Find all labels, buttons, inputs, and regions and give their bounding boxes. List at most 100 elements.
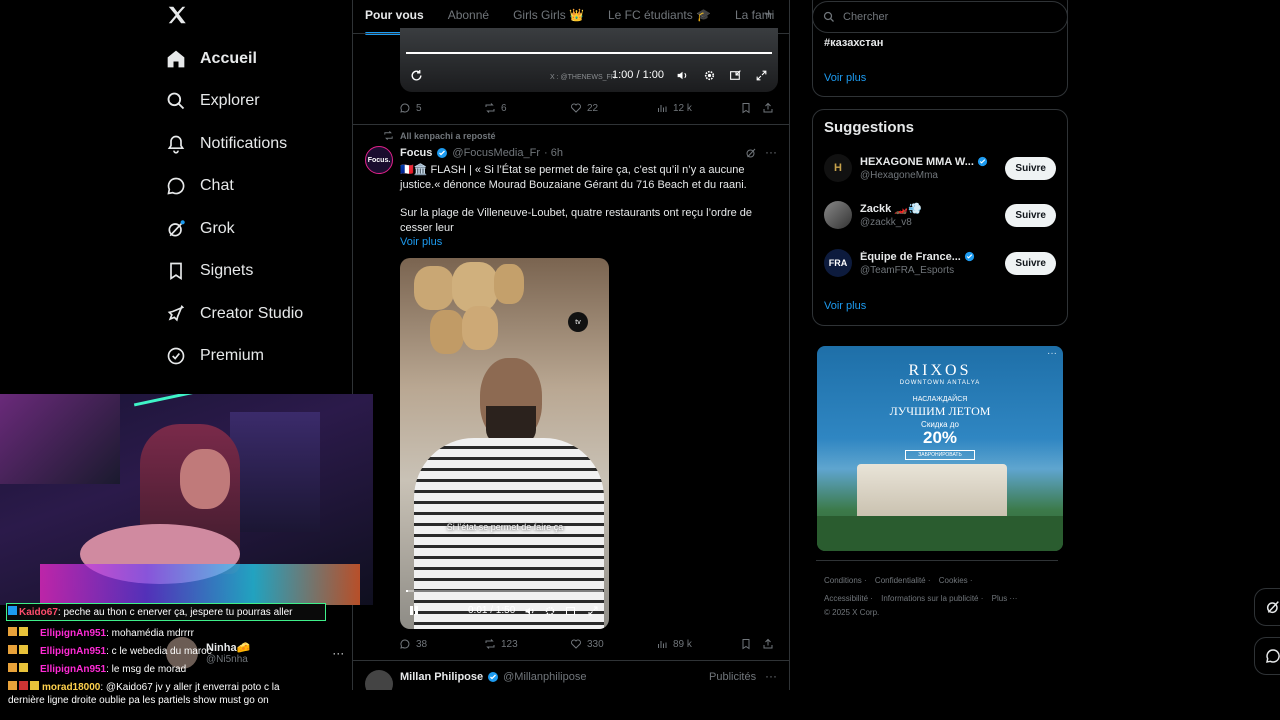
pip-icon[interactable]: [565, 605, 577, 617]
tweet-text: 🇫🇷🏛️ FLASH | « Si l’État se permet de fa…: [400, 164, 747, 191]
video-subtitle: Si l’état se permet de faire ça: [446, 522, 564, 532]
like-button[interactable]: 330: [570, 638, 656, 650]
person-shirt: [414, 438, 604, 629]
avatar[interactable]: [365, 670, 393, 690]
add-tab-icon[interactable]: +: [764, 6, 773, 23]
chat-username[interactable]: morad18000: [42, 682, 100, 693]
show-more-link[interactable]: Voir plus: [400, 236, 442, 248]
tweet-time[interactable]: · 6h: [544, 147, 563, 159]
ad-cta-button[interactable]: ЗАБРОНИРОВАТЬ: [905, 450, 975, 460]
footer-link[interactable]: Plus ···: [992, 594, 1018, 603]
show-more-link[interactable]: Voir plus: [824, 72, 866, 84]
ad-line1: НАСЛАЖДАЙСЯ: [912, 396, 968, 403]
video-player-2[interactable]: tv Si l’état se permet de faire ça 0:01 …: [400, 258, 609, 629]
more-icon[interactable]: ···: [332, 646, 344, 660]
follow-button[interactable]: Suivre: [1005, 156, 1056, 180]
grok-icon: [1266, 601, 1279, 614]
pause-icon[interactable]: [410, 606, 418, 615]
share-icon[interactable]: [762, 102, 774, 114]
verified-badge-icon: [437, 148, 448, 158]
ad-banner[interactable]: ··· RIXOS DOWNTOWN ANTALYA НАСЛАЖДАЙСЯ Л…: [817, 346, 1063, 551]
footer-link[interactable]: Informations sur la publicité: [881, 594, 978, 603]
trend-tag[interactable]: #казахстан: [824, 37, 883, 49]
nav-item-creator-studio[interactable]: Creator Studio: [166, 304, 303, 324]
repost-button[interactable]: 6: [484, 102, 570, 114]
footer-link[interactable]: Cookies: [939, 576, 968, 585]
messages-float-button[interactable]: [1254, 637, 1280, 675]
author-name[interactable]: Millan Philipose: [400, 671, 483, 683]
tweet-header: Millan Philipose @Millanphilipose: [400, 671, 586, 683]
nav-item-premium[interactable]: Premium: [166, 346, 264, 366]
more-icon[interactable]: ···: [765, 669, 777, 683]
settings-icon[interactable]: [703, 69, 716, 82]
suggestion-item[interactable]: H HEXAGONE MMA W... @HexagoneMma Suivre: [824, 154, 1056, 182]
chat-username[interactable]: EllipignAn951: [40, 646, 106, 657]
footer-link[interactable]: Conditions: [824, 576, 862, 585]
suggestion-item[interactable]: Zackk 🏎️💨 @zackk_v8 Suivre: [824, 201, 1056, 229]
x-logo-icon[interactable]: [166, 4, 188, 26]
author-name[interactable]: Focus: [400, 147, 432, 159]
more-icon[interactable]: ···: [1047, 348, 1057, 359]
footer-link[interactable]: Confidentialité: [875, 576, 926, 585]
verified-badge-icon: [964, 251, 974, 262]
video-player-1[interactable]: X : @THENEWS_FR 1:00 / 1:00: [400, 28, 778, 92]
suggestion-item[interactable]: FRA Équipe de France... @TeamFRA_Esports…: [824, 249, 1056, 277]
like-button[interactable]: 22: [570, 102, 656, 114]
pip-icon[interactable]: [729, 69, 742, 82]
grok-icon[interactable]: [745, 147, 757, 159]
nav-item-chat[interactable]: Chat: [166, 176, 234, 196]
nav-item-notifications[interactable]: Notifications: [166, 134, 287, 154]
fullscreen-icon[interactable]: [755, 69, 768, 82]
video-progress-track[interactable]: [406, 590, 603, 592]
volume-icon[interactable]: [676, 69, 689, 82]
search-bar[interactable]: Chercher: [812, 1, 1068, 33]
views-icon: [658, 105, 667, 112]
replay-icon[interactable]: [410, 69, 423, 82]
reply-button[interactable]: 38: [399, 638, 484, 650]
avatar: H: [824, 154, 852, 182]
view-count: 12 k: [673, 102, 692, 114]
avatar[interactable]: Focus.: [365, 146, 393, 174]
views-button[interactable]: 12 k: [656, 102, 736, 114]
follow-button[interactable]: Suivre: [1005, 203, 1056, 227]
bookmark-icon[interactable]: [740, 638, 752, 650]
nav-label: Chat: [200, 177, 234, 194]
heart-icon: [571, 639, 581, 649]
nav-item-bookmarks[interactable]: Signets: [166, 261, 253, 281]
share-icon[interactable]: [762, 638, 774, 650]
neon-light: [133, 394, 207, 422]
repost-icon: [384, 131, 393, 140]
repost-note: All kenpachi a reposté: [383, 130, 496, 141]
suggestion-handle: @TeamFRA_Esports: [860, 264, 955, 276]
palm-trees: [817, 516, 1063, 551]
chat-username[interactable]: Kaido67: [19, 607, 58, 618]
grok-float-button[interactable]: [1254, 588, 1280, 626]
follow-button[interactable]: Suivre: [1005, 251, 1056, 275]
more-icon[interactable]: ···: [765, 145, 777, 159]
show-more-link[interactable]: Voir plus: [824, 300, 866, 312]
tweet-actions: 5 6 22 12 k: [399, 102, 779, 114]
video-progress-bar[interactable]: [406, 52, 772, 54]
nav-item-home[interactable]: Accueil: [166, 49, 257, 69]
nav-item-grok[interactable]: Grok: [166, 219, 235, 239]
chat-username[interactable]: EllipignAn951: [40, 628, 106, 639]
repost-button[interactable]: 123: [484, 638, 570, 650]
badge-icon: [8, 681, 17, 690]
bookmark-icon[interactable]: [740, 102, 752, 114]
reply-button[interactable]: 5: [399, 102, 484, 114]
author-handle[interactable]: @Millanphilipose: [503, 671, 586, 683]
fullscreen-icon[interactable]: [587, 605, 599, 617]
chat-username[interactable]: EllipignAn951: [40, 664, 106, 675]
avatar: FRA: [824, 249, 852, 277]
views-button[interactable]: 89 k: [656, 638, 736, 650]
background-panel: [230, 412, 320, 532]
footer-link[interactable]: Accessibilité: [824, 594, 868, 603]
volume-icon[interactable]: [524, 605, 536, 617]
nav-item-explore[interactable]: Explorer: [166, 91, 260, 111]
nav-label: Signets: [200, 262, 254, 279]
author-handle[interactable]: @FocusMedia_Fr: [452, 147, 540, 159]
account-name: Ninha🧀: [206, 642, 251, 654]
suggestion-handle: @HexagoneMma: [860, 169, 938, 181]
settings-icon[interactable]: [544, 605, 556, 617]
chat-icon: [1266, 649, 1280, 663]
